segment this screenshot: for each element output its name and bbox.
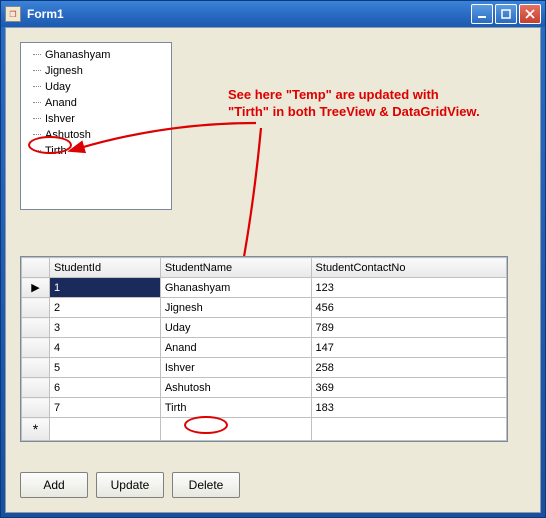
grid-row-header [22,358,50,378]
grid-cell-id[interactable]: 5 [50,358,161,378]
grid-cell-id[interactable]: 7 [50,398,161,418]
close-icon [525,9,535,19]
grid-row-indicator: ▶ [22,278,50,298]
minimize-button[interactable] [471,4,493,24]
grid-cell-contact[interactable]: 147 [311,338,506,358]
titlebar[interactable]: ❐ Form1 [1,1,545,27]
grid-row[interactable]: 6 Ashutosh 369 [22,378,507,398]
grid-row[interactable]: 7 Tirth 183 [22,398,507,418]
grid-cell-empty[interactable] [50,418,161,441]
grid-row-header [22,298,50,318]
grid-row-header [22,318,50,338]
treeview-item[interactable]: Jignesh [23,63,169,79]
grid-cell-empty[interactable] [311,418,506,441]
treeview[interactable]: Ghanashyam Jignesh Uday Anand Ishver Ash… [20,42,172,210]
grid-cell-contact[interactable]: 369 [311,378,506,398]
annotation-line2: "Tirth" in both TreeView & DataGridView. [228,104,480,119]
grid-corner[interactable] [22,258,50,278]
maximize-button[interactable] [495,4,517,24]
minimize-icon [477,9,487,19]
treeview-item[interactable]: Uday [23,79,169,95]
grid-cell-name[interactable]: Ashutosh [160,378,311,398]
grid-cell-name[interactable]: Tirth [160,398,311,418]
update-button[interactable]: Update [96,472,164,498]
grid-cell-id[interactable]: 3 [50,318,161,338]
datagridview[interactable]: StudentId StudentName StudentContactNo ▶… [20,256,508,442]
add-button[interactable]: Add [20,472,88,498]
app-icon: ❐ [5,6,21,22]
grid-cell-id[interactable]: 1 [50,278,161,298]
grid-row[interactable]: ▶ 1 Ghanashyam 123 [22,278,507,298]
treeview-item[interactable]: Ghanashyam [23,47,169,63]
grid-cell-id[interactable]: 4 [50,338,161,358]
grid-cell-name[interactable]: Uday [160,318,311,338]
treeview-item[interactable]: Anand [23,95,169,111]
close-button[interactable] [519,4,541,24]
grid-cell-id[interactable]: 2 [50,298,161,318]
grid-new-row[interactable]: * [22,418,507,441]
treeview-item[interactable]: Ishver [23,111,169,127]
grid-cell-name[interactable]: Ishver [160,358,311,378]
grid-row-header [22,398,50,418]
grid-row-header [22,338,50,358]
grid-col-studentid[interactable]: StudentId [50,258,161,278]
grid-row[interactable]: 3 Uday 789 [22,318,507,338]
delete-button[interactable]: Delete [172,472,240,498]
grid-new-row-indicator: * [22,418,50,441]
grid-cell-contact[interactable]: 123 [311,278,506,298]
client-area: Ghanashyam Jignesh Uday Anand Ishver Ash… [5,27,541,513]
grid-cell-name[interactable]: Ghanashyam [160,278,311,298]
grid-row[interactable]: 2 Jignesh 456 [22,298,507,318]
treeview-item[interactable]: Tirth [23,143,169,159]
window-title: Form1 [27,7,471,21]
grid-row[interactable]: 4 Anand 147 [22,338,507,358]
grid-row[interactable]: 5 Ishver 258 [22,358,507,378]
grid-cell-contact[interactable]: 789 [311,318,506,338]
grid-cell-contact[interactable]: 456 [311,298,506,318]
grid-col-studentname[interactable]: StudentName [160,258,311,278]
grid-header-row: StudentId StudentName StudentContactNo [22,258,507,278]
grid-cell-contact[interactable]: 258 [311,358,506,378]
grid-cell-id[interactable]: 6 [50,378,161,398]
annotation-text: See here "Temp" are updated with "Tirth"… [228,86,508,120]
grid-row-header [22,378,50,398]
button-row: Add Update Delete [20,472,240,498]
treeview-item[interactable]: Ashutosh [23,127,169,143]
annotation-line1: See here "Temp" are updated with [228,87,439,102]
maximize-icon [501,9,511,19]
grid-cell-name[interactable]: Jignesh [160,298,311,318]
grid-cell-empty[interactable] [160,418,311,441]
window-frame: ❐ Form1 Ghanashyam Jignesh Uday Anand Is… [0,0,546,518]
grid-cell-name[interactable]: Anand [160,338,311,358]
grid-col-studentcontactno[interactable]: StudentContactNo [311,258,506,278]
grid-cell-contact[interactable]: 183 [311,398,506,418]
